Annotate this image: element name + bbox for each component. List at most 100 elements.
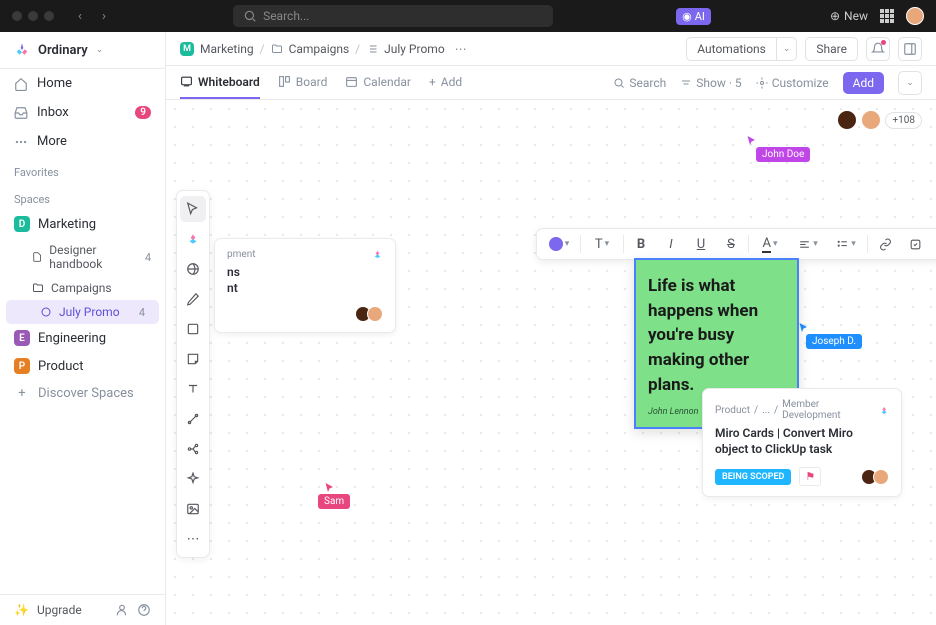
fmt-list[interactable]: ▾ <box>829 232 863 256</box>
tool-clickup[interactable] <box>180 226 206 252</box>
global-search[interactable]: Search... <box>233 5 553 27</box>
fmt-align[interactable]: ▾ <box>791 232 825 256</box>
tree-july-promo[interactable]: July Promo 4 <box>6 300 159 324</box>
mindmap-icon <box>186 442 200 456</box>
panel-icon <box>903 42 917 56</box>
bell-icon-button[interactable] <box>866 37 890 61</box>
status-badge[interactable]: BEING SCOPED <box>715 469 791 485</box>
nav-inbox[interactable]: Inbox 9 <box>0 98 165 127</box>
space-product[interactable]: P Product <box>0 352 165 380</box>
gear-icon <box>756 77 768 89</box>
fmt-color[interactable]: ▾ <box>542 232 576 256</box>
presence-more[interactable]: +108 <box>885 112 922 129</box>
board-icon <box>278 75 291 88</box>
customize-action[interactable]: Customize <box>756 76 829 90</box>
help-icon[interactable] <box>137 603 151 617</box>
automations-button[interactable]: Automations <box>686 37 776 61</box>
presence-avatar[interactable] <box>837 110 857 130</box>
more-icon[interactable]: ⋯ <box>455 42 467 56</box>
space-badge-icon: E <box>14 330 30 346</box>
nav-more[interactable]: More <box>0 127 165 156</box>
show-action[interactable]: Show · 5 <box>680 76 741 90</box>
workspace-switcher[interactable]: Ordinary ⌄ <box>0 32 165 69</box>
spaces-label: Spaces <box>0 183 165 210</box>
sparkle-icon <box>186 472 200 486</box>
search-action[interactable]: Search <box>613 76 666 90</box>
tool-select[interactable] <box>180 196 206 222</box>
tool-sticky[interactable] <box>180 346 206 372</box>
tool-image[interactable] <box>180 496 206 522</box>
new-button[interactable]: ⊕ New <box>830 9 868 23</box>
tab-add-view[interactable]: + Add <box>429 66 462 99</box>
crumb-space[interactable]: Marketing <box>200 42 254 56</box>
whiteboard-toolbox: ⋯ <box>176 190 210 558</box>
workspace-logo-icon <box>14 42 30 58</box>
fmt-link[interactable] <box>872 232 898 256</box>
forward-button[interactable]: › <box>94 6 114 26</box>
back-button[interactable]: ‹ <box>70 6 90 26</box>
fmt-more[interactable]: ⋯ <box>932 232 936 256</box>
task-card[interactable]: pment nsnt <box>214 238 396 333</box>
add-dropdown[interactable]: ⌄ <box>898 71 922 95</box>
favorites-label: Favorites <box>0 156 165 183</box>
inbox-icon <box>14 106 28 120</box>
tool-web[interactable] <box>180 256 206 282</box>
crumb-list[interactable]: July Promo <box>384 42 445 56</box>
fmt-font[interactable]: T ▾ <box>585 232 619 256</box>
tool-text[interactable] <box>180 376 206 402</box>
fmt-task[interactable] <box>902 232 928 256</box>
list-icon <box>366 43 378 55</box>
crumb-folder[interactable]: Campaigns <box>289 42 350 56</box>
card-crumb: Product/ .../ Member Development <box>715 399 889 421</box>
space-badge-icon: D <box>14 216 30 232</box>
topbar: ‹ › Search... ◉ AI ⊕ New <box>0 0 936 32</box>
upgrade-link[interactable]: Upgrade <box>37 603 82 617</box>
format-toolbar: ▾ T ▾ B I U S A▾ ▾ ▾ ⋯ <box>536 228 936 260</box>
nav-home[interactable]: Home <box>0 69 165 98</box>
whiteboard-icon <box>180 75 193 88</box>
tool-pen[interactable] <box>180 286 206 312</box>
tool-shape[interactable] <box>180 316 206 342</box>
tab-board[interactable]: Board <box>278 66 328 99</box>
tool-connector[interactable] <box>180 406 206 432</box>
automations-dropdown[interactable]: ⌄ <box>776 37 798 61</box>
clickup-icon <box>372 249 383 260</box>
card-title: Miro Cards | Convert Miro object to Clic… <box>715 425 889 457</box>
apps-icon[interactable] <box>880 9 894 23</box>
fmt-text-color[interactable]: A▾ <box>753 232 787 256</box>
flag-icon[interactable]: ⚑ <box>799 467 821 486</box>
user-icon[interactable] <box>115 603 129 617</box>
fmt-bold[interactable]: B <box>628 232 654 256</box>
share-button[interactable]: Share <box>805 37 858 61</box>
space-engineering[interactable]: E Engineering <box>0 324 165 352</box>
user-avatar[interactable] <box>906 7 924 25</box>
tree-campaigns[interactable]: Campaigns <box>0 276 165 300</box>
task-card[interactable]: Product/ .../ Member Development Miro Ca… <box>702 388 902 497</box>
space-badge-icon: M <box>180 42 194 56</box>
align-icon <box>798 238 811 251</box>
tool-ai[interactable] <box>180 466 206 492</box>
search-icon <box>613 77 625 89</box>
panel-icon-button[interactable] <box>898 37 922 61</box>
ai-button[interactable]: ◉ AI <box>676 8 711 25</box>
main-panel: M Marketing / Campaigns / July Promo ⋯ A… <box>166 32 936 625</box>
discover-spaces[interactable]: + Discover Spaces <box>0 380 165 407</box>
fmt-italic[interactable]: I <box>658 232 684 256</box>
view-tabs: Whiteboard Board Calendar + Add Search S… <box>166 66 936 100</box>
presence-bar: +108 <box>837 110 922 130</box>
tool-mindmap[interactable] <box>180 436 206 462</box>
fmt-strike[interactable]: S <box>718 232 744 256</box>
add-button[interactable]: Add <box>843 72 884 94</box>
sticky-text[interactable]: Life is what happens when you're busy ma… <box>648 274 785 397</box>
tab-calendar[interactable]: Calendar <box>345 66 411 99</box>
tab-whiteboard[interactable]: Whiteboard <box>180 66 260 99</box>
cursor-icon <box>324 482 336 494</box>
space-marketing[interactable]: D Marketing <box>0 210 165 238</box>
folder-icon <box>32 282 44 294</box>
tree-designer-handbook[interactable]: Designer handbook 4 <box>0 238 165 276</box>
fmt-underline[interactable]: U <box>688 232 714 256</box>
card-avatars <box>865 469 889 485</box>
tool-more[interactable]: ⋯ <box>180 526 206 552</box>
presence-avatar[interactable] <box>861 110 881 130</box>
whiteboard-canvas[interactable]: +108 John Doe Joseph D. Sam ⋯ <box>166 100 936 625</box>
